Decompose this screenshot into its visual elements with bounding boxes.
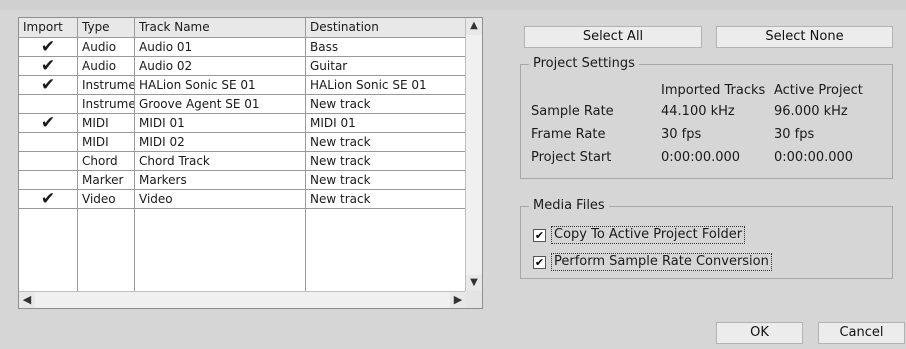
import-checkbox-cell[interactable]: ✔	[19, 38, 77, 56]
checkmark-icon: ✔	[40, 56, 56, 76]
sample-rate-conversion-label[interactable]: Perform Sample Rate Conversion	[551, 253, 772, 271]
media-files-title: Media Files	[529, 198, 609, 213]
vertical-scrollbar[interactable]: ▲ ▼	[465, 18, 482, 292]
project-settings-group: Project Settings Imported Tracks Active …	[520, 56, 893, 179]
imported-tracks-header: Imported Tracks	[661, 83, 766, 98]
table-header: Import Type Track Name Destination	[19, 18, 466, 38]
table-row[interactable]: Chord Chord Track New track	[19, 152, 466, 171]
scroll-down-button[interactable]: ▼	[466, 275, 482, 292]
table-row[interactable]: ✔ Audio Audio 01 Bass	[19, 38, 466, 57]
ok-button[interactable]: OK	[716, 322, 803, 344]
cell-type[interactable]: Video	[78, 190, 135, 208]
column-header-destination[interactable]: Destination	[306, 18, 466, 37]
table-row[interactable]: ✔InstrumenHALion Sonic SE 01HALion Sonic…	[19, 76, 466, 95]
checkmark-icon: ✔	[40, 37, 56, 57]
scroll-up-button[interactable]: ▲	[466, 18, 482, 35]
right-arrow-icon: ▶	[453, 293, 463, 306]
dialog-top-band	[0, 0, 906, 10]
cell-dest[interactable]: New track	[306, 133, 466, 151]
cell-name[interactable]: Audio 02	[135, 57, 306, 75]
import-checkbox-cell[interactable]	[19, 152, 77, 170]
cell-type[interactable]: Marker	[78, 171, 135, 189]
cell-type[interactable]: MIDI	[78, 133, 135, 151]
cell-type[interactable]: MIDI	[78, 114, 135, 132]
cell-type[interactable]: Audio	[78, 57, 135, 75]
scroll-right-button[interactable]: ▶	[450, 292, 466, 308]
active-project-header: Active Project	[774, 83, 863, 98]
frame-rate-label: Frame Rate	[531, 127, 606, 142]
sample-rate-imported: 44.100 kHz	[661, 104, 735, 119]
checkmark-icon: ✔	[534, 229, 545, 242]
sample-rate-label: Sample Rate	[531, 104, 614, 119]
cell-name[interactable]: Video	[135, 190, 306, 208]
cancel-button[interactable]: Cancel	[818, 322, 905, 344]
scroll-left-button[interactable]: ◀	[19, 292, 35, 308]
column-header-type[interactable]: Type	[78, 18, 135, 37]
down-arrow-icon: ▼	[470, 277, 478, 288]
copy-to-folder-label[interactable]: Copy To Active Project Folder	[551, 226, 746, 244]
table-row[interactable]: InstrumenGroove Agent SE 01New track	[19, 95, 466, 114]
cell-name[interactable]: Audio 01	[135, 38, 306, 56]
cell-dest[interactable]: New track	[306, 171, 466, 189]
frame-rate-active: 30 fps	[774, 127, 815, 142]
column-header-track-name[interactable]: Track Name	[135, 18, 306, 37]
cell-dest[interactable]: Guitar	[306, 57, 466, 75]
sample-rate-conversion-checkbox[interactable]: ✔	[533, 256, 546, 269]
cell-name[interactable]: Chord Track	[135, 152, 306, 170]
table-row[interactable]: ✔ MIDI MIDI 01 MIDI 01	[19, 114, 466, 133]
cell-dest[interactable]: New track	[306, 190, 466, 208]
import-checkbox-cell[interactable]: ✔	[19, 114, 77, 132]
cell-type[interactable]: Instrumen	[78, 76, 135, 94]
import-checkbox-cell[interactable]: ✔	[19, 57, 77, 75]
project-settings-title: Project Settings	[529, 56, 639, 71]
cell-dest[interactable]: New track	[306, 95, 466, 113]
column-header-import[interactable]: Import	[19, 18, 78, 37]
import-checkbox-cell[interactable]: ✔	[19, 76, 77, 94]
cell-dest[interactable]: Bass	[306, 38, 466, 56]
cell-name[interactable]: MIDI 02	[135, 133, 306, 151]
left-arrow-icon: ◀	[22, 293, 32, 306]
checkmark-icon: ✔	[40, 189, 56, 209]
up-arrow-icon: ▲	[470, 20, 478, 31]
table-row[interactable]: MIDI MIDI 02 New track	[19, 133, 466, 152]
table-row[interactable]: ✔ Audio Audio 02 Guitar	[19, 57, 466, 76]
import-checkbox-cell[interactable]: ✔	[19, 190, 77, 208]
track-table: Import Type Track Name Destination ✔ Audi…	[18, 17, 483, 309]
cell-dest[interactable]: HALion Sonic SE 01	[306, 76, 466, 94]
media-files-group: Media Files ✔ Copy To Active Project Fol…	[520, 198, 893, 279]
scrollbar-corner	[465, 291, 482, 308]
cell-type[interactable]: Audio	[78, 38, 135, 56]
cell-type[interactable]: Instrumen	[78, 95, 135, 113]
cell-name[interactable]: MIDI 01	[135, 114, 306, 132]
copy-to-folder-checkbox[interactable]: ✔	[533, 229, 546, 242]
checkmark-icon: ✔	[534, 256, 545, 269]
sample-rate-active: 96.000 kHz	[774, 104, 848, 119]
import-checkbox-cell[interactable]	[19, 133, 77, 151]
select-none-button[interactable]: Select None	[716, 26, 893, 48]
cell-name[interactable]: Markers	[135, 171, 306, 189]
cell-dest[interactable]: New track	[306, 152, 466, 170]
frame-rate-imported: 30 fps	[661, 127, 702, 142]
checkmark-icon: ✔	[40, 75, 56, 95]
project-start-label: Project Start	[531, 150, 612, 165]
select-all-button[interactable]: Select All	[524, 26, 702, 48]
cell-type[interactable]: Chord	[78, 152, 135, 170]
table-row[interactable]: ✔ Video Video New track	[19, 190, 466, 209]
horizontal-scrollbar[interactable]: ◀ ▶	[19, 291, 466, 308]
cell-name[interactable]: Groove Agent SE 01	[135, 95, 306, 113]
project-start-active: 0:00:00.000	[774, 150, 854, 165]
table-row[interactable]: Marker Markers New track	[19, 171, 466, 190]
import-checkbox-cell[interactable]	[19, 171, 77, 189]
project-start-imported: 0:00:00.000	[661, 150, 741, 165]
import-checkbox-cell[interactable]	[19, 95, 77, 113]
cell-dest[interactable]: MIDI 01	[306, 114, 466, 132]
table-body: ✔ Audio Audio 01 Bass ✔ Audio Audio 02 Guitar ✔ I…	[19, 38, 466, 292]
cell-name[interactable]: HALion Sonic SE 01	[135, 76, 306, 94]
checkmark-icon: ✔	[40, 113, 56, 133]
